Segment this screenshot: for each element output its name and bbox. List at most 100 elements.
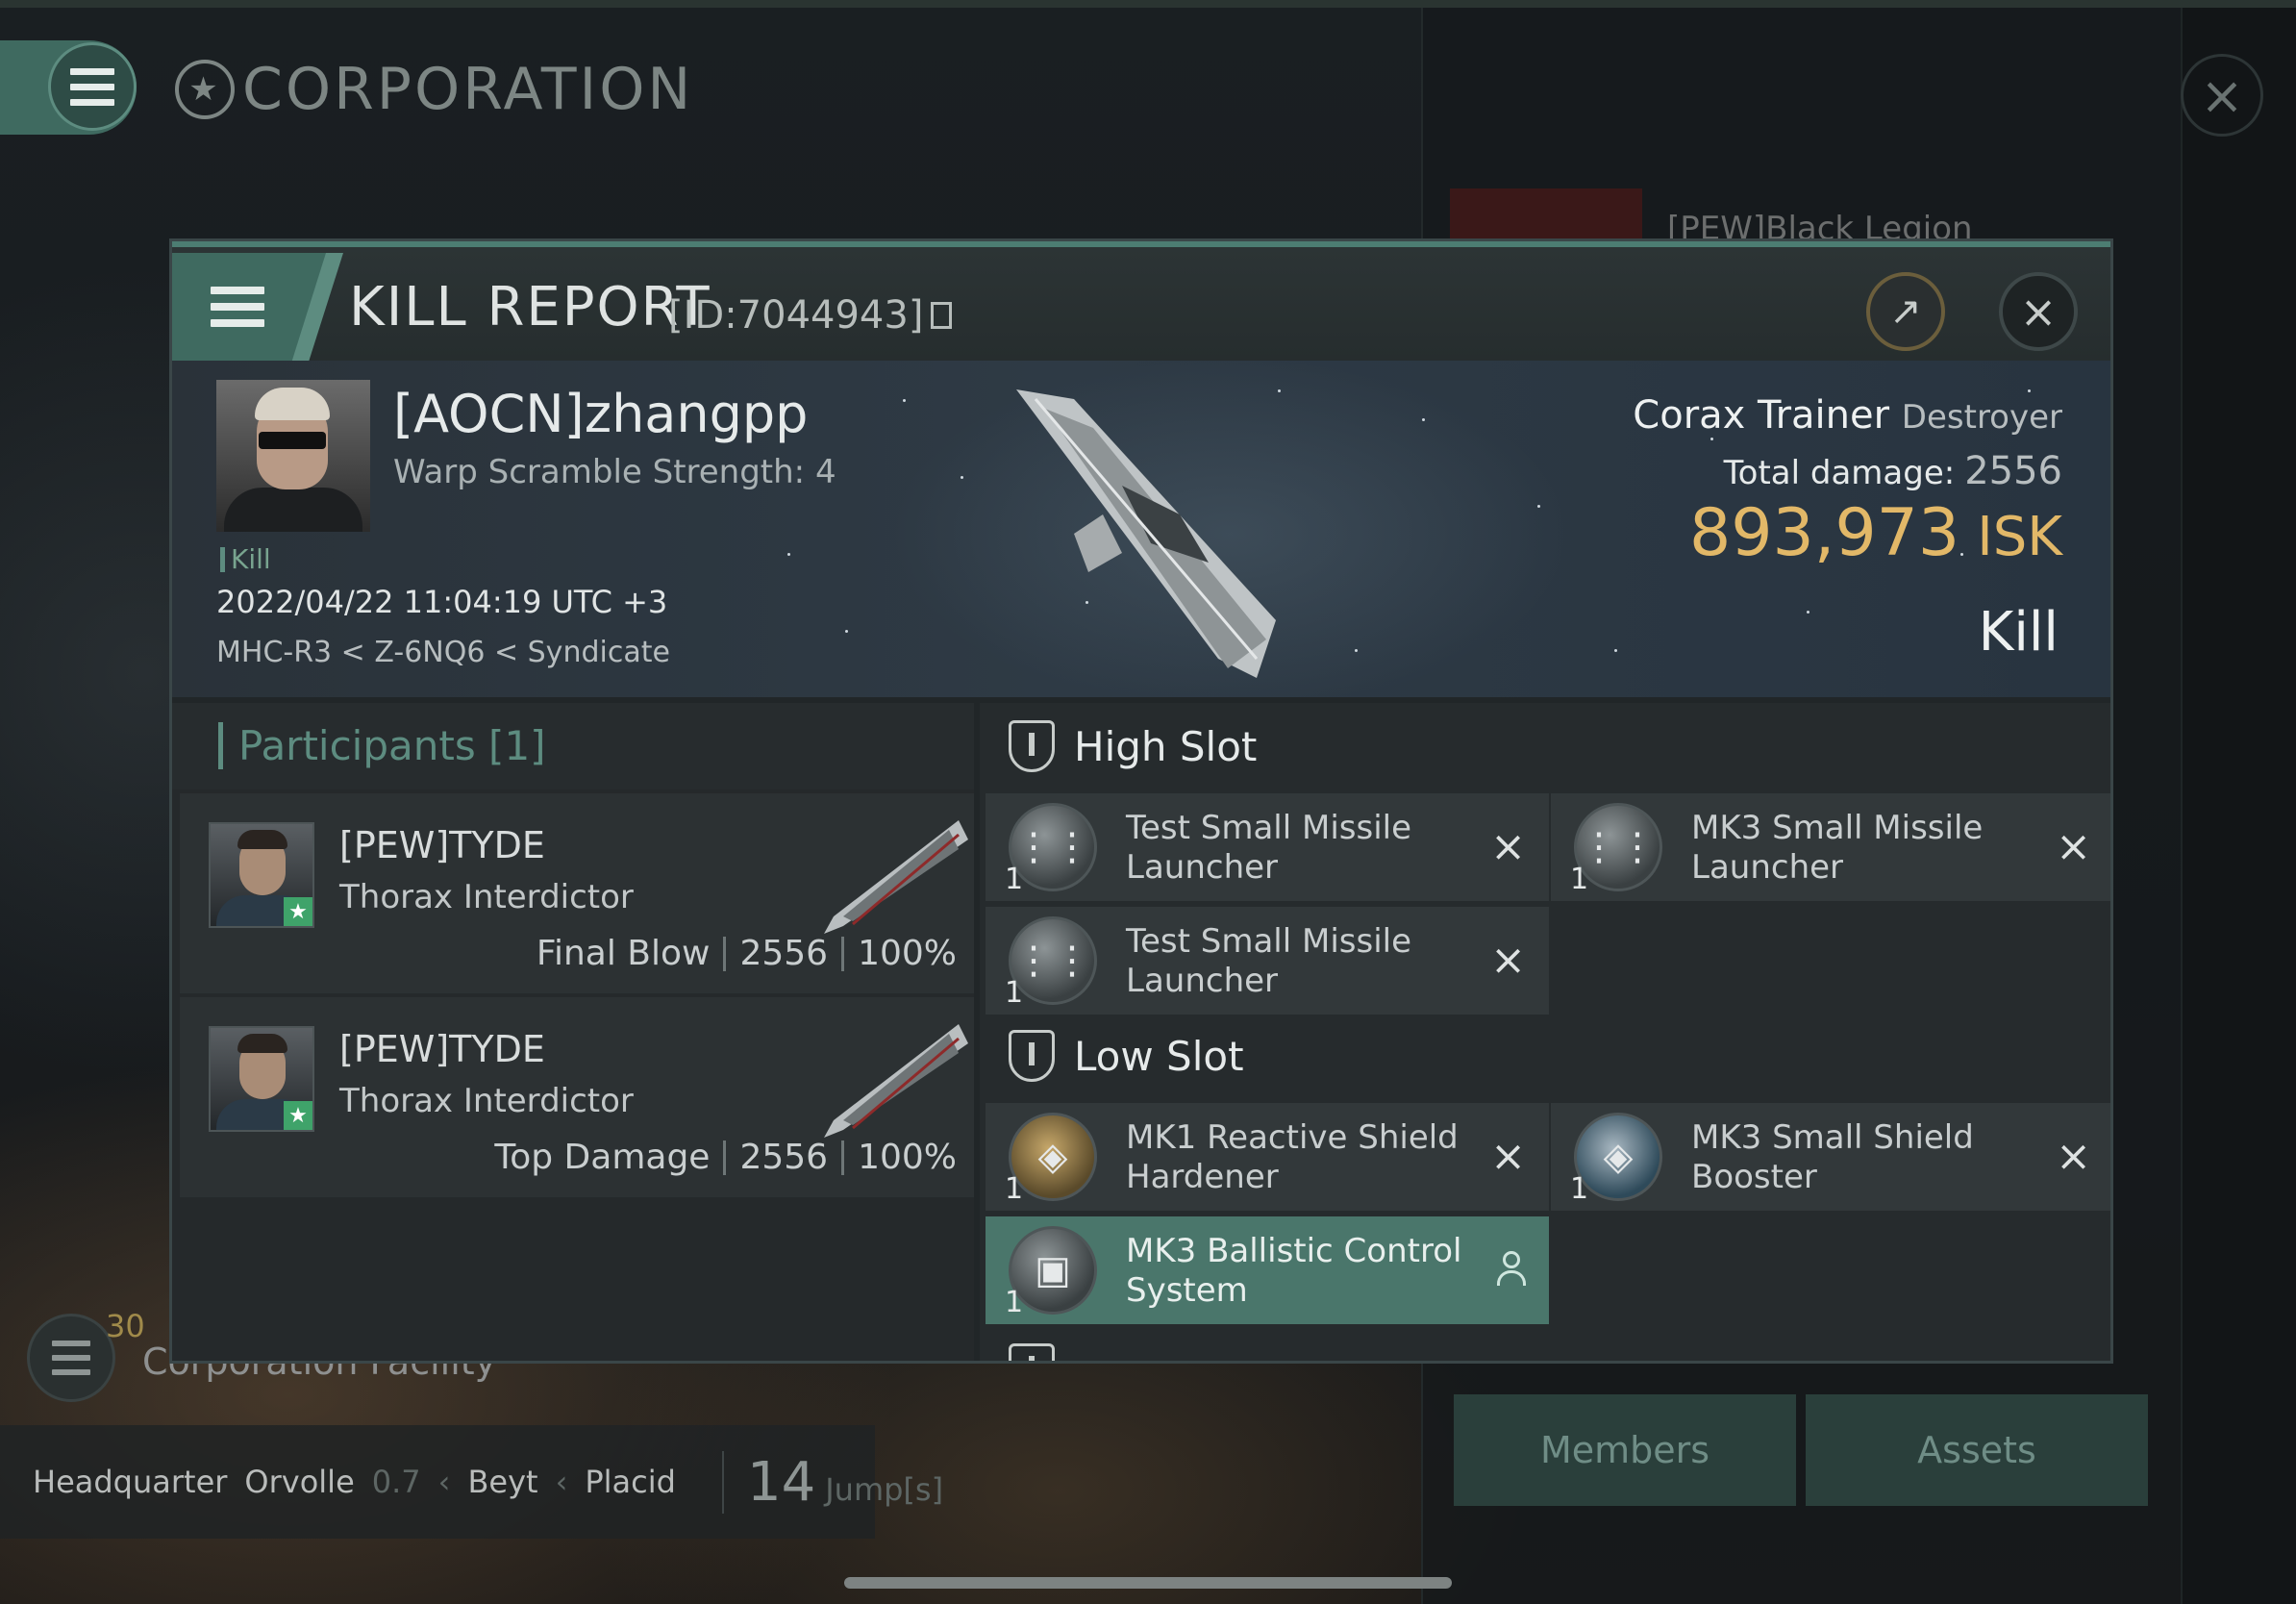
high-slot-label: High Slot xyxy=(1074,722,1258,770)
module-quantity: 1 xyxy=(1005,976,1024,1010)
module-item[interactable]: ⋮⋮ 1 Test Small Missile Launcher × xyxy=(986,793,1549,901)
chevron-left-icon: ‹ xyxy=(437,1464,451,1500)
hq-label: Headquarter xyxy=(33,1464,228,1500)
participant-ship-image xyxy=(824,1024,968,1138)
person-icon xyxy=(1495,1251,1528,1290)
participant-damage: 2556 xyxy=(739,1138,829,1177)
total-damage-value: 2556 xyxy=(1964,449,2062,493)
victim-panel: [AOCN]zhangpp Warp Scramble Strength: 4 … xyxy=(172,361,2110,697)
high-slot-header: High Slot xyxy=(980,703,2110,789)
corp-close-button[interactable]: × xyxy=(2181,54,2263,137)
total-damage: Total damage: 2556 xyxy=(1724,449,2062,493)
participant-row[interactable]: ★ [PEW]TYDE Thorax Interdictor Final Blo… xyxy=(180,793,974,993)
destroyed-icon: × xyxy=(2056,822,2091,871)
mid-slot-header-partial xyxy=(980,1326,2110,1361)
hq-constellation: Beyt xyxy=(467,1464,538,1500)
hq-system: Orvolle xyxy=(244,1464,355,1500)
facility-button[interactable] xyxy=(27,1314,115,1402)
right-edge-panel xyxy=(2181,8,2296,1604)
module-item[interactable]: ◈ 1 MK1 Reactive Shield Hardener × xyxy=(986,1103,1549,1211)
participants-panel: Participants [1] ★ [PEW]TYDE Thorax Inte… xyxy=(172,703,974,1361)
top-border xyxy=(0,0,2296,8)
low-slot-header: Low Slot xyxy=(980,1013,2110,1099)
copy-icon[interactable] xyxy=(931,302,953,329)
ship-class: Destroyer xyxy=(1901,398,2062,437)
home-indicator[interactable] xyxy=(844,1577,1452,1589)
destroyed-icon: × xyxy=(2056,1132,2091,1181)
report-id-text: [ID:7044943] xyxy=(668,293,924,338)
divider xyxy=(723,936,727,971)
dialog-title: KILL REPORT xyxy=(349,276,711,338)
star-badge-icon: ★ xyxy=(284,897,312,926)
kill-timestamp: 2022/04/22 11:04:19 UTC +3 xyxy=(216,584,668,620)
participant-stats: Final Blow 2556 100% xyxy=(537,934,957,973)
hq-region: Placid xyxy=(585,1464,676,1500)
module-name: MK3 Small Missile Launcher xyxy=(1691,809,1984,887)
divider xyxy=(841,936,845,971)
kill-report-dialog: KILL REPORT [ID:7044943] ↗ × [AOCN]zhang… xyxy=(169,238,2113,1364)
module-item[interactable]: ◈ 1 MK3 Small Shield Booster × xyxy=(1551,1103,2110,1211)
corporation-title: ★ CORPORATION xyxy=(175,56,693,123)
share-icon: ↗ xyxy=(1889,289,1922,334)
kill-location[interactable]: MHC-R3 < Z-6NQ6 < Syndicate xyxy=(216,636,670,669)
victim-ship-image[interactable] xyxy=(987,370,1314,697)
dialog-header: KILL REPORT [ID:7044943] ↗ × xyxy=(172,241,2110,361)
participant-role: Final Blow xyxy=(536,934,711,973)
ship-name-line: Corax Trainer Destroyer xyxy=(1633,393,2062,438)
participants-header: Participants [1] xyxy=(172,703,974,789)
members-tab[interactable]: Members xyxy=(1454,1394,1796,1506)
participant-portrait[interactable]: ★ xyxy=(209,1026,314,1132)
module-name: MK3 Small Shield Booster xyxy=(1691,1118,1974,1196)
participant-stats: Top Damage 2556 100% xyxy=(494,1138,957,1177)
participant-portrait[interactable]: ★ xyxy=(209,822,314,928)
dialog-close-button[interactable]: × xyxy=(1999,272,2078,351)
corporation-title-text: CORPORATION xyxy=(242,56,694,123)
destroyed-icon: × xyxy=(1490,822,1526,871)
headquarter-bar[interactable]: Headquarter Orvolle 0.7 ‹ Beyt ‹ Placid … xyxy=(0,1425,943,1539)
victim-portrait[interactable] xyxy=(216,380,370,532)
module-name: MK3 Ballistic Control System xyxy=(1126,1232,1462,1310)
corporation-star-icon: ★ xyxy=(175,60,235,119)
report-id[interactable]: [ID:7044943] xyxy=(668,293,953,338)
module-name: Test Small Missile Launcher xyxy=(1126,809,1412,887)
isk-value: 893,973 ISK xyxy=(1689,495,2062,571)
participant-damage: 2556 xyxy=(739,934,829,973)
module-quantity: 1 xyxy=(1570,1172,1589,1206)
assets-tab[interactable]: Assets xyxy=(1806,1394,2148,1506)
divider xyxy=(841,1140,845,1175)
module-quantity: 1 xyxy=(1570,863,1589,896)
close-icon: × xyxy=(2019,286,2058,338)
hamburger-icon xyxy=(70,67,114,106)
participant-row[interactable]: ★ [PEW]TYDE Thorax Interdictor Top Damag… xyxy=(180,997,974,1197)
participant-percent: 100% xyxy=(858,934,957,973)
module-name: MK1 Reactive Shield Hardener xyxy=(1126,1118,1459,1196)
hamburger-icon xyxy=(211,287,264,327)
low-slot-icon xyxy=(1009,1030,1055,1082)
fitting-panel: High Slot ⋮⋮ 1 Test Small Missile Launch… xyxy=(980,703,2110,1361)
participant-percent: 100% xyxy=(858,1138,957,1177)
mid-slot-icon xyxy=(1009,1343,1055,1361)
module-item[interactable]: ⋮⋮ 1 MK3 Small Missile Launcher × xyxy=(1551,793,2110,901)
participant-name: [PEW]TYDE xyxy=(339,824,545,866)
corp-menu-button[interactable] xyxy=(48,42,137,131)
participant-ship: Thorax Interdictor xyxy=(339,1082,634,1120)
isk-unit: ISK xyxy=(1977,506,2062,568)
hq-security: 0.7 xyxy=(371,1464,421,1500)
module-quantity: 1 xyxy=(1005,863,1024,896)
module-item[interactable]: ▣ 1 MK3 Ballistic Control System xyxy=(986,1216,1549,1324)
low-slot-label: Low Slot xyxy=(1074,1032,1244,1080)
list-icon xyxy=(52,1341,90,1375)
participant-ship: Thorax Interdictor xyxy=(339,878,634,916)
victim-name[interactable]: [AOCN]zhangpp xyxy=(393,384,808,444)
participant-role: Top Damage xyxy=(494,1138,711,1177)
total-damage-label: Total damage: xyxy=(1723,454,1956,492)
high-slot-icon xyxy=(1009,720,1055,772)
module-quantity: 1 xyxy=(1005,1172,1024,1206)
divider xyxy=(723,1140,727,1175)
participants-title[interactable]: Participants [1] xyxy=(218,722,546,769)
destroyed-icon: × xyxy=(1490,936,1526,985)
share-button[interactable]: ↗ xyxy=(1866,272,1945,351)
ship-name[interactable]: Corax Trainer xyxy=(1633,393,1889,438)
chevron-left-icon: ‹ xyxy=(555,1464,568,1500)
module-item[interactable]: ⋮⋮ 1 Test Small Missile Launcher × xyxy=(986,907,1549,1015)
